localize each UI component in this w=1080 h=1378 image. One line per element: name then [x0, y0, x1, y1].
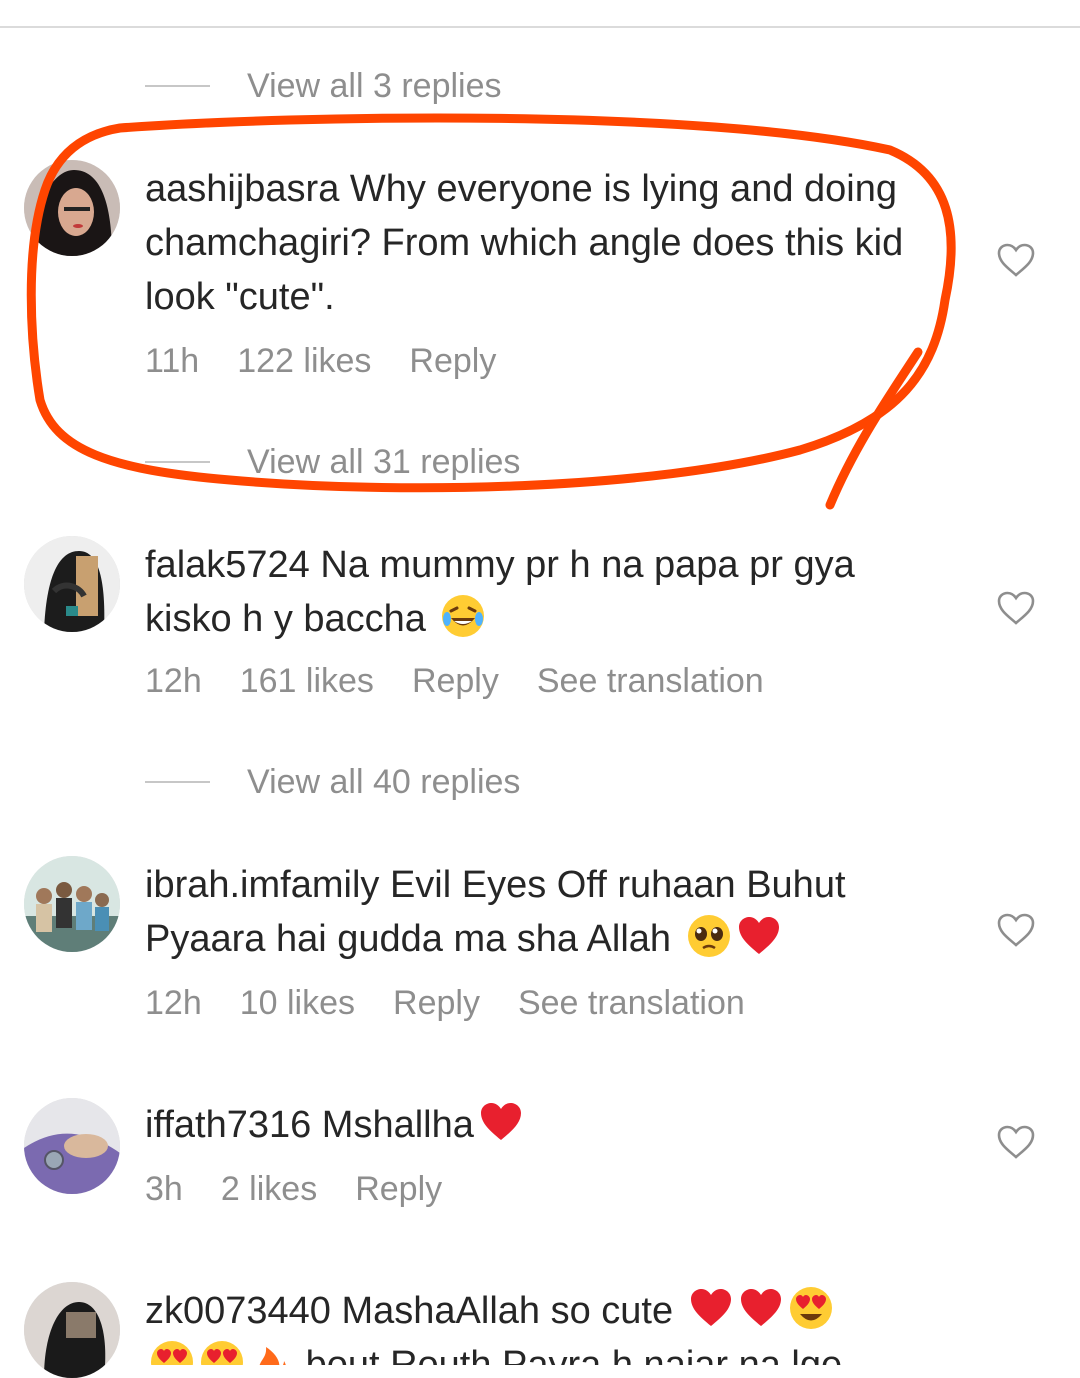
comment-meta: 12h 161 likes Reply See translation	[145, 662, 802, 701]
red-heart-emoji	[738, 917, 779, 954]
comment-time: 3h	[145, 1170, 183, 1208]
comment-text: aashijbasra Why everyone is lying and do…	[145, 162, 945, 324]
heart-eyes-emoji	[151, 1341, 193, 1365]
like-heart-icon[interactable]	[996, 590, 1036, 626]
reply-thread-line	[145, 85, 210, 87]
comment-username[interactable]: aashijbasra	[145, 168, 339, 210]
comment-text: zk0073440 MashaAllah so cute bout Routh …	[145, 1284, 945, 1365]
see-translation-button[interactable]: See translation	[518, 984, 745, 1023]
comment-text: ibrah.imfamily Evil Eyes Off ruhaan Buhu…	[145, 858, 945, 966]
comment-meta: 3h 2 likes Reply	[145, 1170, 480, 1209]
red-heart-emoji	[690, 1289, 731, 1326]
comment-likes[interactable]: 2 likes	[221, 1170, 317, 1209]
comment-likes[interactable]: 10 likes	[240, 984, 355, 1023]
reply-thread-line	[145, 461, 210, 463]
reply-button[interactable]: Reply	[409, 342, 496, 381]
laughing-tears-emoji	[442, 595, 485, 637]
view-replies-button[interactable]: View all 31 replies	[145, 442, 520, 482]
comment-username[interactable]: falak5724	[145, 544, 310, 586]
reply-button[interactable]: Reply	[355, 1170, 442, 1209]
see-translation-button[interactable]: See translation	[537, 662, 764, 701]
avatar[interactable]	[24, 1282, 120, 1378]
comment-username[interactable]: iffath7316	[145, 1104, 311, 1146]
view-replies-label[interactable]: View all 40 replies	[247, 763, 520, 802]
red-heart-emoji	[740, 1289, 781, 1326]
like-heart-icon[interactable]	[996, 242, 1036, 278]
comment-body: MashaAllah so cute	[341, 1290, 674, 1332]
view-replies-button[interactable]: View all 40 replies	[145, 762, 520, 802]
comment-body: Mshallha	[321, 1104, 474, 1146]
like-heart-icon[interactable]	[996, 1124, 1036, 1160]
heart-eyes-emoji	[789, 1287, 832, 1329]
avatar[interactable]	[24, 160, 120, 256]
comment-username[interactable]: ibrah.imfamily	[145, 864, 379, 906]
top-divider	[0, 26, 1080, 28]
annotation-tail	[825, 347, 923, 510]
like-heart-icon[interactable]	[996, 912, 1036, 948]
comment-time: 11h	[145, 342, 200, 380]
comment-text: iffath7316 Mshallha	[145, 1098, 945, 1152]
view-replies-label[interactable]: View all 3 replies	[247, 67, 502, 106]
comment-meta: 12h 10 likes Reply See translation	[145, 984, 783, 1023]
avatar[interactable]	[24, 856, 120, 952]
heart-eyes-emoji	[201, 1341, 243, 1365]
comment-likes[interactable]: 161 likes	[240, 662, 374, 701]
comment-text: falak5724 Na mummy pr h na papa pr gya k…	[145, 538, 945, 646]
comment-username[interactable]: zk0073440	[145, 1290, 331, 1332]
reply-thread-line	[145, 781, 210, 783]
avatar[interactable]	[24, 1098, 120, 1194]
comment-time: 12h	[145, 662, 202, 700]
comment-likes[interactable]: 122 likes	[237, 342, 371, 381]
fire-emoji	[259, 1347, 286, 1365]
reply-button[interactable]: Reply	[393, 984, 480, 1023]
red-heart-emoji	[480, 1103, 521, 1140]
pleading-face-emoji	[687, 915, 730, 957]
comment-meta: 11h 122 likes Reply	[145, 342, 534, 381]
reply-button[interactable]: Reply	[412, 662, 499, 701]
view-replies-button[interactable]: View all 3 replies	[145, 66, 502, 106]
comment-body-continued: bout Routh Payra h najar na lge	[305, 1344, 843, 1365]
comment-time: 12h	[145, 984, 202, 1022]
avatar[interactable]	[24, 536, 120, 632]
view-replies-label[interactable]: View all 31 replies	[247, 443, 520, 482]
